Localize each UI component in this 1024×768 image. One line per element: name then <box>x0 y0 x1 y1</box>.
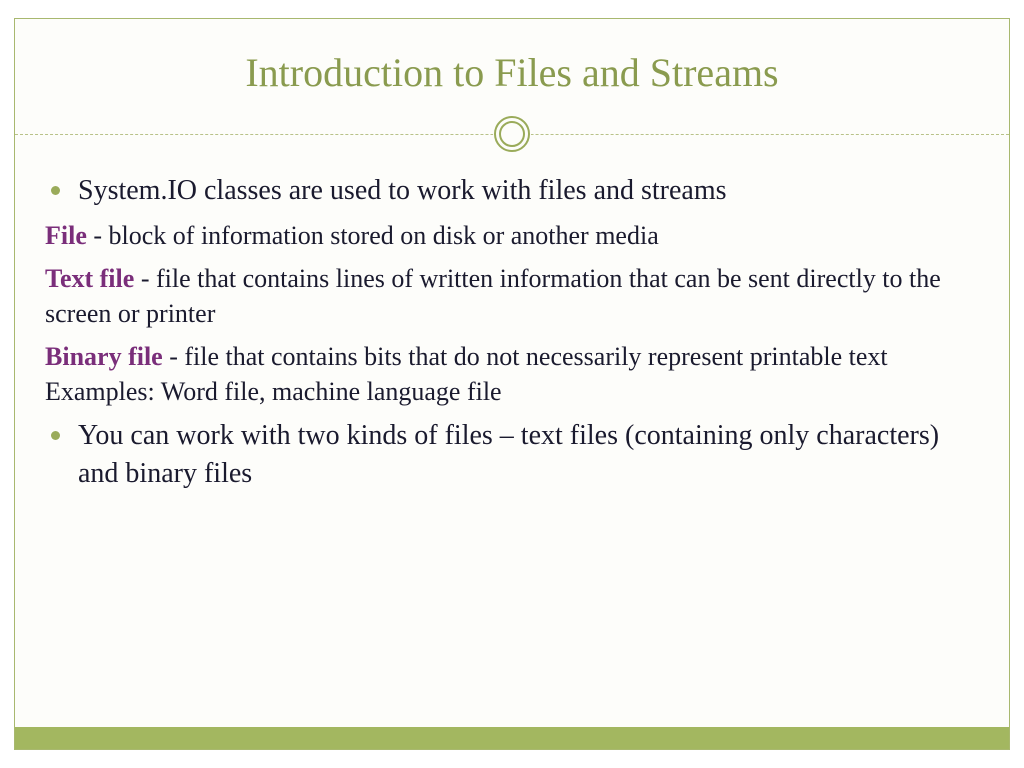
footer-bar <box>15 727 1009 749</box>
content-area: System.IO classes are used to work with … <box>15 154 1009 493</box>
definition-file: File - block of information stored on di… <box>45 218 979 253</box>
slide-title: Introduction to Files and Streams <box>15 19 1009 114</box>
term-text-file: Text file <box>45 264 134 293</box>
definition-text-file: Text file - file that contains lines of … <box>45 261 979 331</box>
bullet-text: You can work with two kinds of files – t… <box>78 417 979 493</box>
title-divider <box>15 114 1009 154</box>
bullet-dot-icon <box>51 431 60 440</box>
bullet-dot-icon <box>51 186 60 195</box>
def-file-body: - block of information stored on disk or… <box>87 221 659 250</box>
term-file: File <box>45 221 87 250</box>
bullet-item: System.IO classes are used to work with … <box>45 172 979 210</box>
def-binary-file-body: - file that contains bits that do not ne… <box>45 342 888 406</box>
term-binary-file: Binary file <box>45 342 163 371</box>
definition-binary-file: Binary file - file that contains bits th… <box>45 339 979 409</box>
ring-icon <box>493 115 531 153</box>
bullet-text: System.IO classes are used to work with … <box>78 172 727 210</box>
def-text-file-body: - file that contains lines of written in… <box>45 264 941 328</box>
bullet-item: You can work with two kinds of files – t… <box>45 417 979 493</box>
slide: Introduction to Files and Streams System… <box>14 18 1010 750</box>
